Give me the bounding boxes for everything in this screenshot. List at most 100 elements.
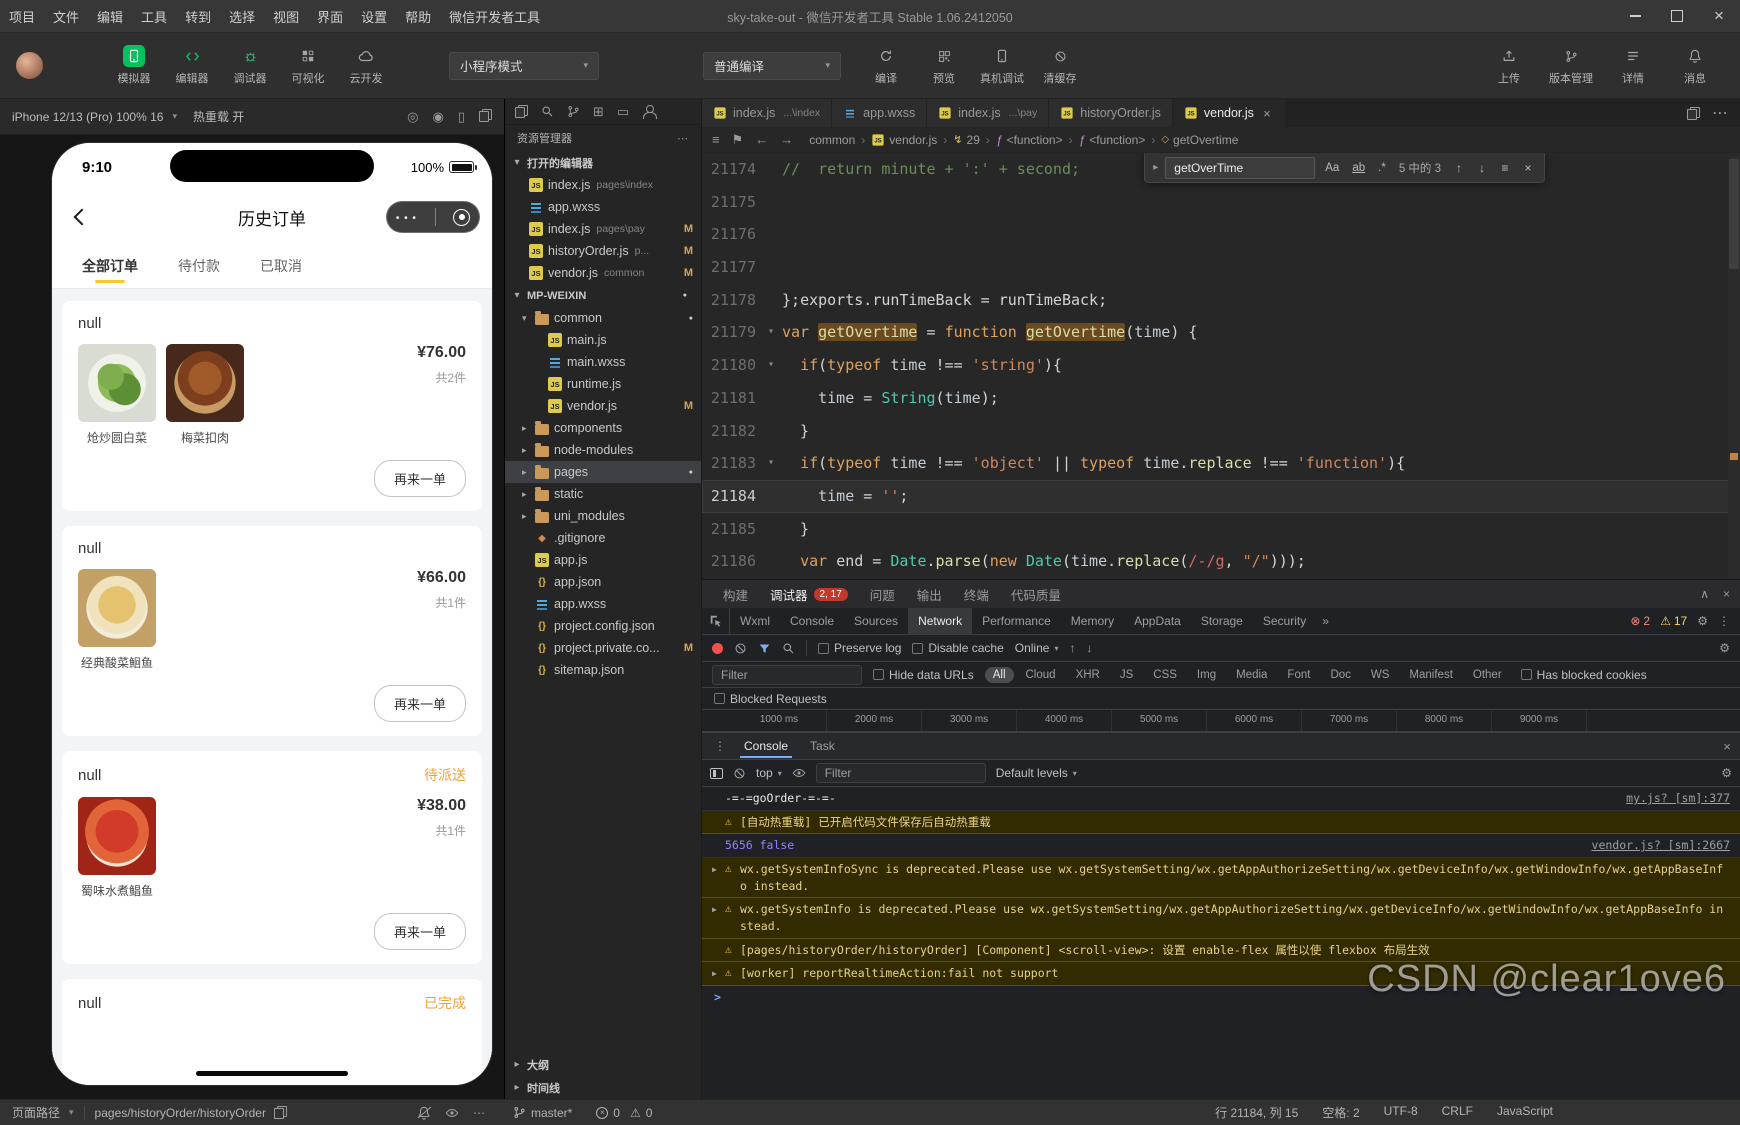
console-sidebar-icon[interactable] — [710, 767, 723, 779]
tree-folder-components[interactable]: ▸ components — [505, 417, 701, 439]
disable-cache-checkbox[interactable]: Disable cache — [912, 641, 1004, 655]
more-icon[interactable]: ⋯ — [473, 1106, 485, 1120]
console-warning[interactable]: ▶ ⚠ [worker] reportRealtimeAction:fail not… — [702, 962, 1740, 987]
record-network-icon[interactable] — [712, 642, 723, 654]
devtools-tab-wxml[interactable]: Wxml — [730, 608, 780, 634]
more-actions-icon[interactable]: ⋯ — [1712, 103, 1728, 123]
hide-data-urls-checkbox[interactable]: Hide data URLs — [873, 668, 974, 682]
line-number[interactable]: 21181 — [702, 382, 760, 415]
toolbar-details-button[interactable]: 详情 — [1608, 45, 1658, 86]
toolbar-version-control-button[interactable]: 版本管理 — [1546, 45, 1596, 86]
tab-overflow-icon[interactable]: » — [1316, 608, 1335, 634]
find-collapse-icon[interactable]: ▸ — [1153, 162, 1158, 173]
console-log[interactable]: 5656 false vendor.js? [sm]:2667 — [702, 834, 1740, 859]
request-filter-chip-font[interactable]: Font — [1279, 667, 1318, 683]
menu-item[interactable]: 转到 — [176, 7, 220, 26]
tab-task[interactable]: Task — [800, 735, 845, 758]
inspect-element-icon[interactable] — [702, 608, 730, 634]
expand-icon[interactable]: ▶ — [712, 861, 725, 876]
watch-icon[interactable] — [445, 1106, 459, 1120]
split-editor-icon[interactable] — [1687, 106, 1700, 120]
console-settings-icon[interactable]: ⚙ — [1721, 766, 1732, 780]
open-editor-item[interactable]: JS vendor.js common M — [505, 262, 701, 284]
devtools-settings-icon[interactable]: ⚙ — [1697, 614, 1708, 628]
toolbar-compile-button[interactable]: 编译 — [861, 45, 911, 86]
request-filter-chip-img[interactable]: Img — [1189, 667, 1224, 683]
tree-file-app.json[interactable]: {} app.json — [505, 571, 701, 593]
close-find-icon[interactable]: × — [1520, 161, 1536, 175]
filter-icon[interactable] — [758, 642, 771, 655]
menu-item[interactable]: 界面 — [308, 7, 352, 26]
previous-match-icon[interactable]: ↑ — [1451, 161, 1467, 175]
tree-file-project.config.json[interactable]: {} project.config.json — [505, 615, 701, 637]
menu-item[interactable]: 编辑 — [88, 7, 132, 26]
next-match-icon[interactable]: ↓ — [1474, 161, 1490, 175]
multi-window-icon[interactable] — [479, 108, 492, 122]
fold-icon[interactable]: ▾ — [760, 316, 782, 349]
breadcrumb-item[interactable]: common — [809, 133, 855, 147]
tree-folder-common[interactable]: ▾ common ● — [505, 307, 701, 329]
order-card[interactable]: null 已完成 — [62, 979, 482, 1085]
drawer-kebab-icon[interactable]: ⋮ — [708, 739, 732, 753]
match-case-toggle[interactable]: Aa — [1322, 160, 1342, 176]
tree-file-runtime.js[interactable]: JS runtime.js — [505, 373, 701, 395]
toolbar-clear-cache-button[interactable]: 清缓存 — [1035, 45, 1085, 86]
console-filter-input[interactable]: Filter — [815, 763, 986, 783]
line-number[interactable]: 21179 — [702, 316, 760, 349]
eol[interactable]: CRLF — [1442, 1104, 1473, 1121]
toolbar-editor-button[interactable]: 编辑器 — [167, 45, 217, 86]
breadcrumb-item[interactable]: ƒ <function> — [1079, 133, 1146, 147]
open-editor-item[interactable]: JS index.js pages\pay M — [505, 218, 701, 240]
order-card[interactable]: null 待派送 ¥38.00 共1件 蜀味水煮鲳鱼 再来一单 — [62, 751, 482, 964]
close-tab-icon[interactable] — [1260, 106, 1274, 121]
project-section[interactable]: ▾ MP-WEIXIN ● — [505, 284, 701, 307]
more-icon[interactable] — [396, 208, 417, 226]
files-icon[interactable] — [515, 105, 528, 118]
encoding[interactable]: UTF-8 — [1384, 1104, 1418, 1121]
toolbar-preview-button[interactable]: 预览 — [919, 45, 969, 86]
window-icon[interactable]: ▭ — [617, 104, 629, 120]
live-expression-icon[interactable] — [792, 766, 806, 780]
line-number[interactable]: 21178 — [702, 284, 760, 317]
menu-item[interactable]: 微信开发者工具 — [440, 7, 549, 26]
account-icon[interactable] — [642, 104, 658, 119]
editor-tab-vendor.js[interactable]: JS vendor.js — [1172, 99, 1286, 127]
console-warning[interactable]: ▶ ⚠ wx.getSystemInfo is deprecated.Please … — [702, 898, 1740, 939]
list-icon[interactable]: ≡ — [712, 132, 720, 148]
rotate-device-icon[interactable]: ▯ — [458, 109, 465, 125]
source-control-icon[interactable] — [567, 105, 580, 118]
execution-context-select[interactable]: top ▾ — [756, 766, 782, 780]
request-filter-chip-manifest[interactable]: Manifest — [1401, 667, 1460, 683]
line-number[interactable]: 21184 — [702, 480, 760, 513]
fold-icon[interactable]: ▾ — [760, 349, 782, 382]
toolbar-remote-debug-button[interactable]: 真机调试 — [977, 45, 1027, 86]
console-warning[interactable]: ▶ ⚠ wx.getSystemInfoSync is deprecated.Ple… — [702, 858, 1740, 899]
toolbar-visualization-button[interactable]: 可视化 — [283, 45, 333, 86]
notifications-muted-icon[interactable] — [417, 1106, 431, 1120]
line-number[interactable]: 21174 — [702, 153, 760, 186]
tree-file-app.wxss[interactable]: app.wxss — [505, 593, 701, 615]
tree-folder-node-modules[interactable]: ▸ node-modules — [505, 439, 701, 461]
line-number[interactable]: 21182 — [702, 415, 760, 448]
order-tab-已取消[interactable]: 已取消 — [244, 243, 318, 288]
export-har-icon[interactable]: ↓ — [1086, 641, 1092, 655]
minimize-icon[interactable] — [1614, 0, 1656, 33]
menu-item[interactable]: 工具 — [132, 7, 176, 26]
compile-mode-select[interactable]: 普通编译 ▾ — [703, 51, 841, 80]
order-card[interactable]: null ¥66.00 共1件 经典酸菜鮰鱼 再来一单 — [62, 526, 482, 736]
preserve-log-checkbox[interactable]: Preserve log — [818, 641, 901, 655]
menu-item[interactable]: 视图 — [264, 7, 308, 26]
close-panel-icon[interactable]: × — [1723, 587, 1730, 601]
clear-console-icon[interactable] — [733, 767, 746, 780]
back-icon[interactable] — [73, 208, 91, 226]
avatar[interactable] — [16, 52, 43, 79]
device-select[interactable]: iPhone 12/13 (Pro) 100% 16 ▾ — [12, 110, 177, 124]
network-filter-input[interactable]: Filter — [712, 664, 862, 685]
line-number[interactable]: 21176 — [702, 218, 760, 251]
close-icon[interactable] — [1698, 0, 1740, 33]
hot-reload-toggle[interactable]: 热重载 开 — [193, 108, 244, 125]
blocked-requests-checkbox[interactable]: Blocked Requests — [714, 692, 827, 706]
open-editor-item[interactable]: app.wxss — [505, 196, 701, 218]
bookmark-icon[interactable]: ⚑ — [732, 132, 744, 148]
extensions-icon[interactable]: ⊞ — [593, 104, 604, 120]
